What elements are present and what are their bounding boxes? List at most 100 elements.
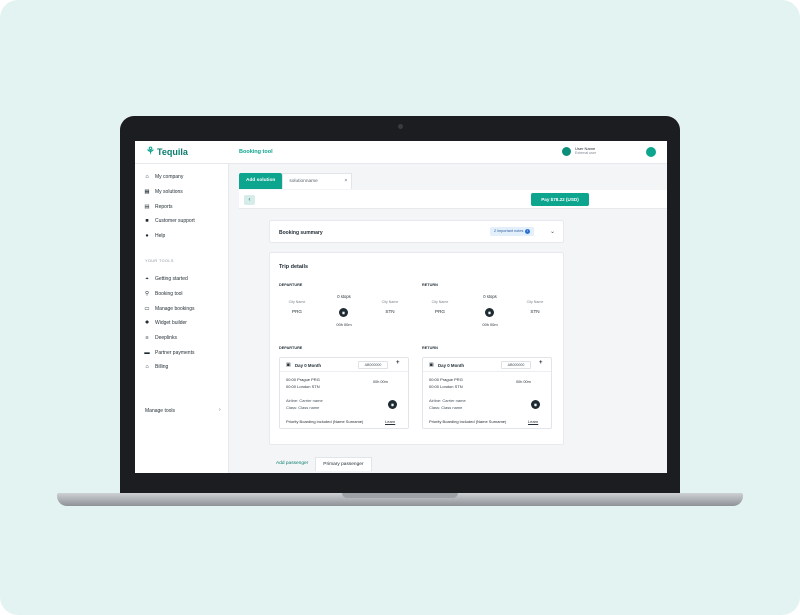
sidebar-item-my-solutions[interactable]: ▦ My solutions [144, 189, 183, 195]
return-duration: 00h 00m [482, 322, 498, 327]
card-icon: ▬ [144, 350, 150, 356]
back-button[interactable]: ‹ [244, 195, 255, 205]
booking-code: AB000000 [358, 361, 388, 369]
grid-icon: ▦ [144, 189, 150, 195]
leg-departure-time: 00:00 Prague PRG [286, 377, 320, 382]
return-stops: 0 stops [483, 294, 497, 299]
store-icon: ⌂ [145, 174, 149, 180]
sidebar-item-widget-builder[interactable]: ✹ Widget builder [144, 320, 187, 326]
sidebar-item-label: Widget builder [155, 320, 187, 326]
return-leg-label: RETURN [422, 346, 438, 350]
sidebar-item-manage-bookings[interactable]: ▭ Manage bookings [144, 306, 194, 312]
camera-icon [398, 124, 403, 129]
background: ⚘ Tequila Booking tool User Name Externa… [0, 0, 800, 615]
sidebar-item-booking-tool[interactable]: ⚲ Booking tool [144, 291, 183, 297]
leg-date: Day 0 Month [295, 363, 322, 368]
departure-from-code: PRG [292, 309, 302, 314]
important-notes-badge[interactable]: 2 important notes i [490, 227, 535, 236]
laptop-notch [342, 493, 458, 498]
return-to-city: City Name [526, 300, 544, 304]
leg-departure-time: 00:00 Prague PRG [429, 377, 463, 382]
expand-plus-icon[interactable]: + [539, 360, 543, 366]
trip-details-title: Trip details [279, 264, 309, 270]
leg-airline: Airline: Carrier name [286, 398, 323, 403]
primary-passenger-tab[interactable]: Primary passenger [315, 457, 372, 471]
leg-date: Day 0 Month [438, 363, 465, 368]
return-to-code: STN [530, 309, 540, 314]
leg-extras: Priority Boarding included (Name Surname… [286, 419, 364, 424]
cactus-icon: ⚘ [146, 146, 155, 157]
passenger-tabs: Add passenger Primary passenger [269, 457, 372, 471]
solution-tab-label: solutionname [289, 179, 318, 184]
solution-tab[interactable]: solutionname × [282, 173, 353, 189]
calendar-icon: ▭ [144, 306, 150, 312]
help-icon: ● [145, 233, 149, 239]
sidebar-item-getting-started[interactable]: ⌖ Getting started [144, 276, 188, 282]
tools-section-title: YOUR TOOLS [145, 259, 174, 263]
sidebar-item-label: Billing [155, 364, 169, 370]
sidebar-item-label: Reports [155, 204, 173, 210]
expand-plus-icon[interactable]: + [396, 360, 400, 366]
leg-class: Class: Class name [286, 405, 320, 410]
departure-to-code: STN [385, 309, 395, 314]
sidebar-item-label: My company [155, 174, 184, 180]
app-name: Tequila [157, 147, 188, 157]
leg-arrival-time: 00:00 London STN [429, 384, 463, 389]
pay-button[interactable]: Pay $78.22 (USD) [531, 193, 589, 206]
user-menu[interactable]: User Name External user [562, 146, 596, 156]
departure-label: DEPARTURE [279, 283, 303, 287]
airline-icon: ◉ [339, 308, 348, 317]
bank-icon: ⌂ [145, 364, 149, 370]
learn-more-link[interactable]: Learn [385, 419, 395, 424]
user-role: External user [575, 151, 597, 155]
learn-more-link[interactable]: Learn [528, 419, 538, 424]
sidebar-item-my-company[interactable]: ⌂ My company [144, 174, 183, 180]
list-icon: ≡ [145, 335, 149, 341]
return-from-city: City Name [431, 300, 449, 304]
leg-duration: 00h 00m [516, 380, 531, 384]
departure-leg-label: DEPARTURE [279, 346, 303, 350]
booking-summary-title: Booking summary [279, 230, 323, 236]
sidebar-item-label: My solutions [155, 189, 183, 195]
departure-duration: 00h 00m [336, 322, 352, 327]
avatar [562, 146, 571, 156]
sidebar-item-label: Help [155, 233, 166, 239]
chevron-down-icon[interactable]: ⌄ [550, 228, 555, 235]
sidebar-item-deeplinks[interactable]: ≡ Deeplinks [144, 335, 177, 341]
departure-from-city: City Name [288, 300, 306, 304]
departure-to-city: City Name [381, 300, 399, 304]
account-menu-button[interactable] [646, 147, 656, 157]
sidebar-item-reports[interactable]: ▤ Reports [144, 204, 173, 210]
airline-icon: ◉ [531, 400, 540, 409]
search-icon: ⚲ [144, 291, 150, 297]
sidebar-item-label: Deeplinks [155, 335, 177, 341]
sidebar-item-label: Customer support [155, 218, 195, 224]
chart-icon: ▤ [144, 204, 150, 210]
sidebar-item-label: Partner payments [155, 350, 195, 356]
departure-leg-card: ▣ Day 0 Month AB000000 + 00:00 Prague PR… [279, 357, 409, 429]
sidebar-item-label: Getting started [155, 276, 188, 282]
calendar-icon: ▣ [286, 362, 291, 368]
toolbar: ‹ Pay $78.22 (USD) [239, 190, 667, 209]
close-icon[interactable]: × [344, 178, 347, 184]
app-logo[interactable]: ⚘ Tequila [146, 146, 188, 158]
return-label: RETURN [422, 283, 438, 287]
add-passenger-tab[interactable]: Add passenger [269, 457, 316, 471]
app-screen: ⚘ Tequila Booking tool User Name Externa… [135, 141, 667, 473]
leg-header: ▣ Day 0 Month AB000000 + [280, 358, 408, 372]
sidebar-item-partner-payments[interactable]: ▬ Partner payments [144, 350, 194, 356]
add-solution-tab[interactable]: Add solution [239, 173, 283, 189]
calendar-icon: ▣ [429, 362, 434, 368]
sidebar-item-label: Booking tool [155, 291, 183, 297]
sidebar-item-billing[interactable]: ⌂ Billing [144, 364, 168, 370]
leg-arrival-time: 00:00 London STN [286, 384, 320, 389]
sidebar-item-help[interactable]: ● Help [144, 233, 165, 239]
booking-code: AB000000 [501, 361, 531, 369]
sidebar-item-customer-support[interactable]: ■ Customer support [144, 218, 195, 224]
manage-tools-link[interactable]: Manage tools [145, 408, 175, 414]
sidebar: ⌂ My company ▦ My solutions ▤ Reports ■ Cust… [135, 164, 229, 473]
booking-summary-card[interactable]: Booking summary 2 important notes i ⌄ [269, 220, 564, 243]
airline-icon: ◉ [485, 308, 494, 317]
chevron-right-icon: › [219, 407, 221, 413]
user-info: User Name External user [575, 146, 596, 156]
